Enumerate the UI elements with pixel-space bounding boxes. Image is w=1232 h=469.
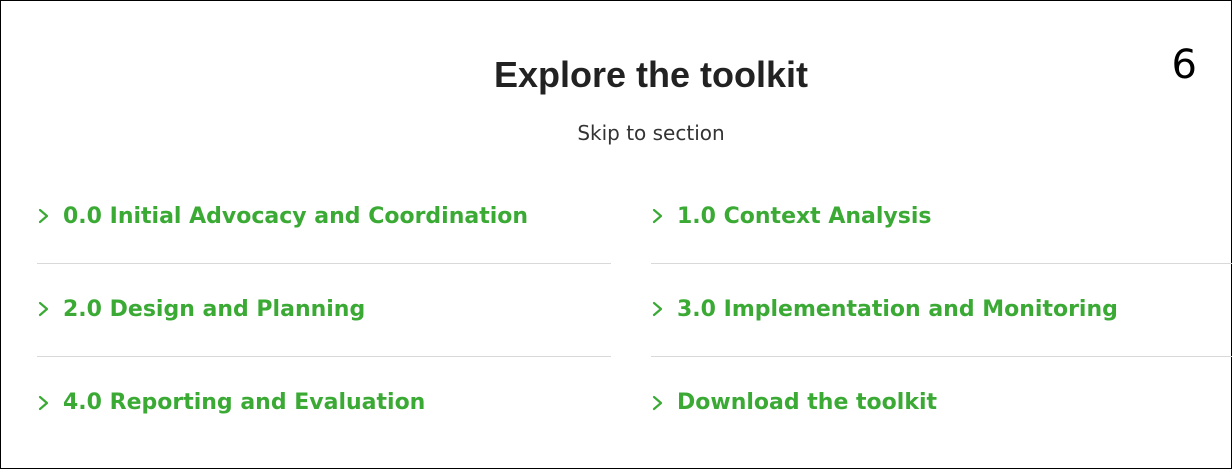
chevron-right-icon (37, 208, 51, 224)
link-label: 0.0 Initial Advocacy and Coordination (63, 203, 529, 229)
links-row: 2.0 Design and Planning 3.0 Implementati… (37, 264, 1232, 357)
link-context-analysis[interactable]: 1.0 Context Analysis (651, 171, 1232, 264)
link-anchor[interactable]: 0.0 Initial Advocacy and Coordination (37, 204, 528, 229)
link-anchor[interactable]: 4.0 Reporting and Evaluation (37, 390, 425, 415)
chevron-right-icon (37, 301, 51, 317)
link-label: 1.0 Context Analysis (677, 203, 932, 229)
chevron-right-icon (651, 395, 665, 411)
link-anchor[interactable]: Download the toolkit (651, 390, 937, 415)
chevron-right-icon (651, 301, 665, 317)
chevron-right-icon (37, 395, 51, 411)
link-design-planning[interactable]: 2.0 Design and Planning (37, 264, 611, 357)
link-label: Download the toolkit (677, 390, 938, 415)
link-label: 2.0 Design and Planning (63, 296, 366, 322)
link-reporting-evaluation[interactable]: 4.0 Reporting and Evaluation (37, 357, 611, 450)
toolkit-panel: 6 Explore the toolkit Skip to section 0.… (0, 0, 1232, 469)
section-subtitle: Skip to section (577, 121, 725, 145)
section-title: Explore the toolkit (493, 54, 809, 95)
links-row: 0.0 Initial Advocacy and Coordination 1.… (37, 171, 1232, 264)
link-label: 3.0 Implementation and Monitoring (677, 296, 1118, 322)
links-row: 4.0 Reporting and Evaluation Download th… (37, 357, 1232, 450)
section-links-grid: 0.0 Initial Advocacy and Coordination 1.… (37, 171, 1232, 450)
link-anchor[interactable]: 1.0 Context Analysis (651, 204, 932, 229)
link-label: 4.0 Reporting and Evaluation (63, 390, 426, 415)
link-anchor[interactable]: 3.0 Implementation and Monitoring (651, 297, 1118, 322)
link-download-toolkit[interactable]: Download the toolkit (651, 357, 1232, 450)
link-implementation-monitoring[interactable]: 3.0 Implementation and Monitoring (651, 264, 1232, 357)
chevron-right-icon (651, 208, 665, 224)
link-initial-advocacy[interactable]: 0.0 Initial Advocacy and Coordination (37, 171, 611, 264)
link-anchor[interactable]: 2.0 Design and Planning (37, 297, 365, 322)
